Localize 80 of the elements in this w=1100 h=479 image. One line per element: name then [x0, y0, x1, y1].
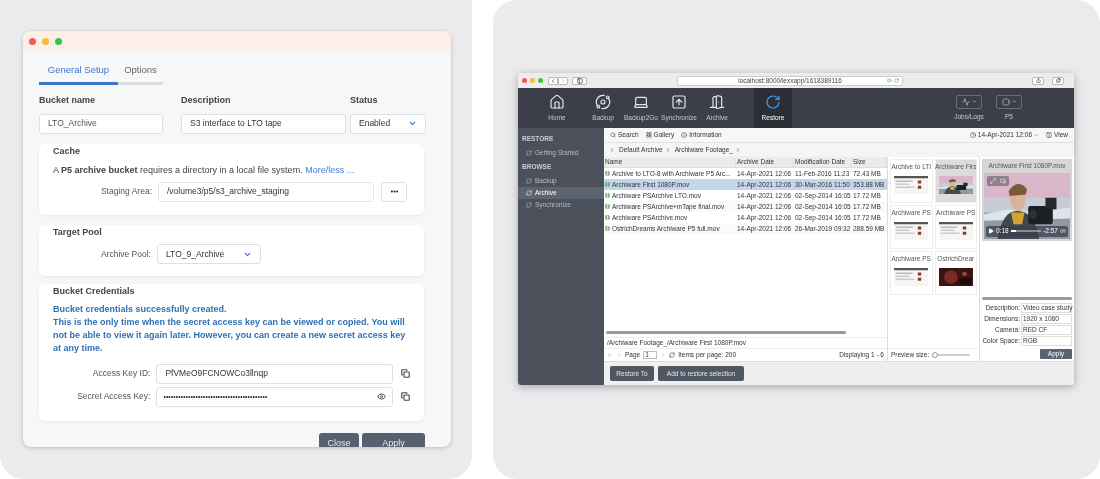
chevron-right-icon [560, 77, 566, 84]
sidebar-button[interactable] [572, 76, 587, 85]
success-message: This is the only time when the secret access key can be viewed or copied. You will not be able to view it again later. However, you can create a new secret access key at any time. [53, 315, 407, 355]
copy-icon[interactable] [401, 392, 410, 402]
section-title: Cache [53, 144, 81, 158]
columns-icon [1046, 132, 1052, 138]
field-label: Archive Pool: [99, 247, 152, 261]
zoom-window-button[interactable] [55, 37, 62, 45]
chevron-right-icon [664, 147, 671, 153]
staging-area-field[interactable]: /volume3/p5/s3_archive_staging [158, 181, 374, 202]
zoom-window-button[interactable] [538, 78, 543, 83]
file-icon [605, 171, 610, 176]
close-button[interactable]: Close [319, 432, 359, 447]
chevron-right-icon [734, 147, 741, 153]
previous-page-icon[interactable] [616, 352, 622, 358]
reload-icon[interactable] [894, 78, 899, 83]
field-label: Bucket name [39, 94, 97, 108]
browse-button[interactable] [381, 181, 407, 202]
file-icon [605, 182, 610, 187]
field-label: Description [181, 94, 232, 108]
circle-dropdown-icon [996, 94, 1022, 109]
refresh-icon [526, 149, 532, 156]
field-label: Staging Area: [99, 185, 153, 199]
play-icon[interactable] [988, 228, 994, 235]
copy-icon[interactable] [401, 369, 410, 379]
orbit-icon [595, 93, 611, 110]
grid-icon [645, 132, 652, 138]
file-icon [605, 215, 610, 220]
more-less-link[interactable]: More/less ... [305, 165, 355, 176]
refresh-icon [526, 189, 532, 196]
apply-button[interactable]: Apply [362, 432, 425, 447]
eye-icon[interactable] [377, 392, 387, 402]
file-icon [605, 204, 610, 209]
chart-dropdown-icon [956, 94, 982, 109]
sidebar-icon [576, 77, 583, 84]
field-label: Status [350, 94, 379, 108]
clock-icon [969, 132, 976, 138]
archive-pool-dropdown[interactable]: LTO_9_Archive [157, 244, 261, 265]
section-title: Target Pool [53, 225, 103, 239]
arrow-up-square-icon [671, 93, 687, 110]
door-icon [709, 93, 725, 110]
horizontal-scrollbar[interactable] [606, 331, 846, 334]
tab[interactable]: Options [118, 63, 163, 86]
refresh-icon [526, 177, 532, 184]
close-window-button[interactable] [522, 78, 527, 83]
expand-icon[interactable] [990, 177, 996, 184]
info-icon [681, 132, 688, 138]
file-icon [605, 193, 610, 198]
field-label: Secret Access Key: [76, 390, 152, 404]
access-key-field[interactable]: PfVMeO9FCNOWCo3llnqp [156, 363, 394, 384]
first-page-icon[interactable] [607, 352, 613, 358]
back-button[interactable] [548, 76, 558, 85]
search-icon [610, 132, 616, 138]
close-window-button[interactable] [29, 37, 36, 45]
forward-button[interactable] [558, 76, 568, 85]
section-title: Bucket Credentials [53, 285, 136, 299]
house-icon [549, 93, 565, 110]
refresh-icon [526, 201, 532, 208]
tab[interactable]: General Setup [39, 63, 118, 86]
speaker-icon[interactable] [887, 78, 892, 83]
tabs-button[interactable] [1052, 76, 1064, 85]
success-message: Bucket credentials successfully created. [53, 302, 228, 316]
minimize-window-button[interactable] [42, 37, 49, 45]
cache-note: A P5 archive bucket requires a directory in a local file system. More/less ... [53, 164, 356, 178]
share-button[interactable] [1032, 76, 1044, 85]
caret-icon [1034, 132, 1039, 138]
minimize-window-button[interactable] [530, 78, 535, 83]
rotate-arrow-icon [765, 93, 781, 110]
slider-thumb[interactable] [932, 352, 939, 358]
back-icon[interactable] [609, 147, 615, 153]
chevron-left-icon [550, 77, 556, 84]
volume-icon[interactable] [1060, 228, 1066, 235]
video-progress[interactable] [1010, 230, 1042, 233]
refresh-icon[interactable] [669, 352, 676, 358]
status-dropdown[interactable]: Enabled [350, 113, 426, 134]
description-field[interactable]: S3 interface to LTO tape [181, 113, 346, 134]
field-label: Access Key ID: [91, 367, 152, 381]
share-icon [1035, 78, 1041, 83]
file-icon [605, 226, 610, 231]
picture-in-picture-icon[interactable] [1000, 177, 1006, 184]
